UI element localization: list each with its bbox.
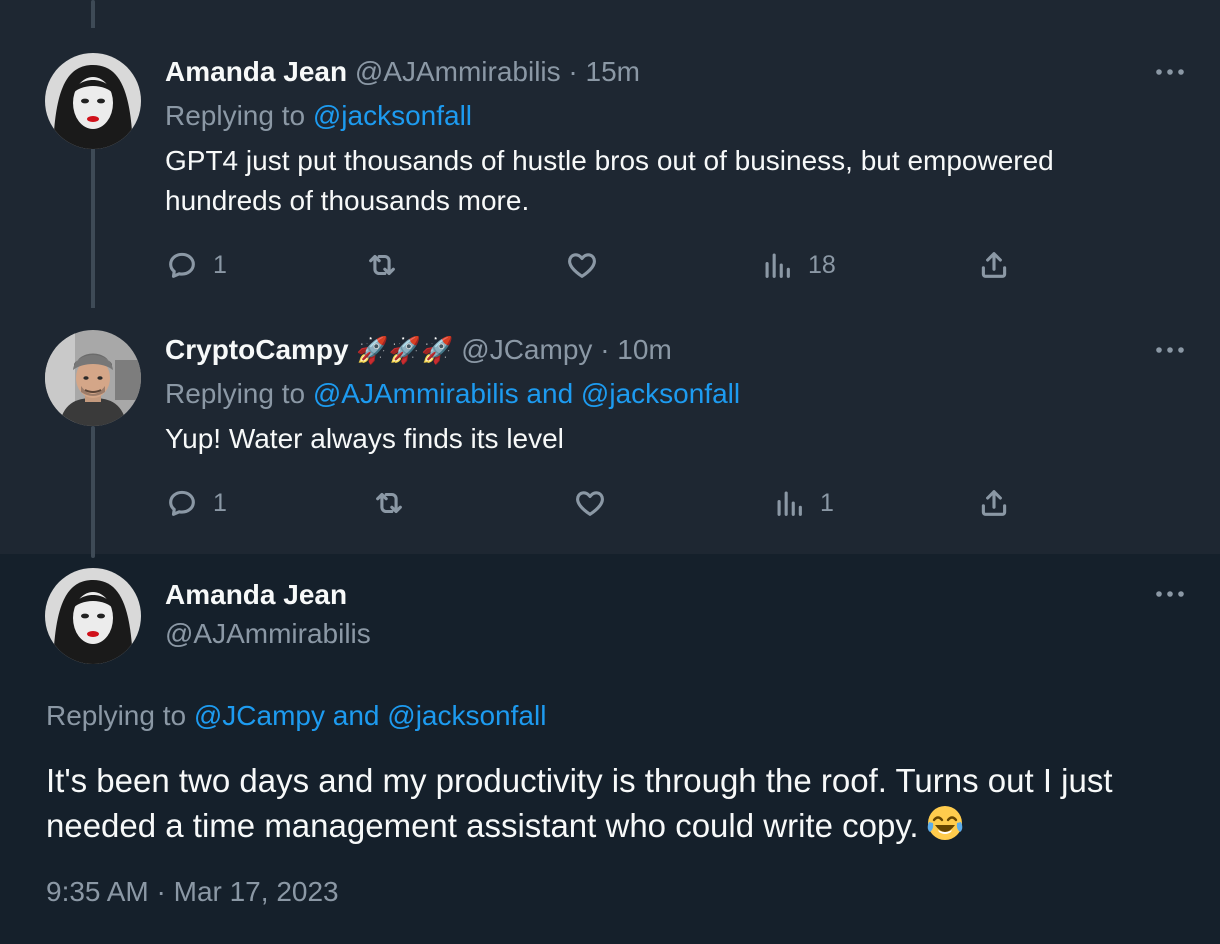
replying-to: Replying to @JCampy and @jacksonfall	[46, 698, 546, 734]
like-button[interactable]	[565, 245, 613, 285]
rocket-emojis: 🚀🚀🚀	[356, 335, 454, 365]
tweet-actions: 1 18	[165, 245, 1045, 285]
reply-count: 1	[213, 250, 227, 279]
share-button[interactable]	[977, 245, 1011, 285]
views-count: 1	[820, 488, 834, 517]
share-icon	[981, 252, 1007, 278]
views-button[interactable]: 18	[760, 245, 836, 285]
author-name[interactable]: Amanda Jean	[165, 56, 347, 87]
avatar[interactable]	[45, 568, 141, 664]
author-name[interactable]: Amanda Jean	[165, 577, 347, 613]
more-options-icon[interactable]	[1154, 586, 1186, 602]
tweet-header: Amanda Jean @AJAmmirabilis · 15m	[165, 55, 640, 89]
tweet-text: It's been two days and my productivity i…	[46, 758, 1186, 848]
replying-to-link[interactable]: @jacksonfall	[313, 100, 472, 131]
views-icon	[765, 253, 790, 278]
heart-icon	[576, 491, 604, 516]
tweet-timestamp[interactable]: 9:35 AM · Mar 17, 2023	[46, 874, 339, 910]
reply-icon	[169, 252, 195, 278]
avatar[interactable]	[45, 53, 141, 149]
like-button[interactable]	[573, 483, 621, 523]
replying-to: Replying to @jacksonfall	[165, 99, 472, 133]
replying-to: Replying to @AJAmmirabilis and @jacksonf…	[165, 377, 740, 411]
replying-to-link[interactable]: @AJAmmirabilis and @jacksonfall	[313, 378, 740, 409]
more-options-icon[interactable]	[1154, 64, 1186, 80]
replying-to-label: Replying to	[46, 700, 187, 731]
replying-to-label: Replying to	[165, 378, 306, 409]
reply-tweet-2[interactable]: CryptoCampy 🚀🚀🚀 @JCampy · 10m Replying t…	[0, 308, 1220, 558]
tweet-header: CryptoCampy 🚀🚀🚀 @JCampy · 10m	[165, 333, 672, 367]
share-button[interactable]	[977, 483, 1011, 523]
tweet-time[interactable]: 15m	[586, 56, 640, 87]
reply-icon	[169, 490, 195, 516]
separator-dot: ·	[600, 334, 610, 365]
more-options-icon[interactable]	[1154, 342, 1186, 358]
reply-tweet-1[interactable]: Amanda Jean @AJAmmirabilis · 15m Replyin…	[0, 28, 1220, 320]
author-handle[interactable]: @AJAmmirabilis	[165, 616, 371, 652]
tweet-time[interactable]: 10m	[617, 334, 671, 365]
previous-tweet-strip	[0, 0, 1220, 28]
retweet-button[interactable]	[365, 245, 413, 285]
tweet-actions: 1 1	[165, 483, 1045, 523]
heart-icon	[568, 253, 596, 278]
reply-button[interactable]: 1	[165, 483, 227, 523]
thread-connector	[91, 426, 95, 558]
tweet-text: Yup! Water always finds its level	[165, 423, 564, 454]
retweet-icon	[376, 492, 402, 514]
replying-to-label: Replying to	[165, 100, 306, 131]
author-handle[interactable]: @JCampy	[461, 334, 592, 365]
views-icon	[777, 491, 802, 516]
views-button[interactable]: 1	[772, 483, 834, 523]
author-name[interactable]: CryptoCampy	[165, 334, 349, 365]
face-with-tears-of-joy-icon	[927, 806, 962, 840]
tweet-text: GPT4 just put thousands of hustle bros o…	[165, 145, 1054, 216]
views-count: 18	[808, 250, 836, 279]
replying-to-link[interactable]: @JCampy and @jacksonfall	[194, 700, 547, 731]
share-icon	[981, 490, 1007, 516]
retweet-button[interactable]	[372, 483, 420, 523]
thread-connector	[91, 140, 95, 320]
avatar[interactable]	[45, 330, 141, 426]
reply-count: 1	[213, 488, 227, 517]
author-handle[interactable]: @AJAmmirabilis	[355, 56, 561, 87]
reply-button[interactable]: 1	[165, 245, 227, 285]
retweet-icon	[369, 254, 395, 276]
separator-dot: ·	[568, 56, 578, 87]
